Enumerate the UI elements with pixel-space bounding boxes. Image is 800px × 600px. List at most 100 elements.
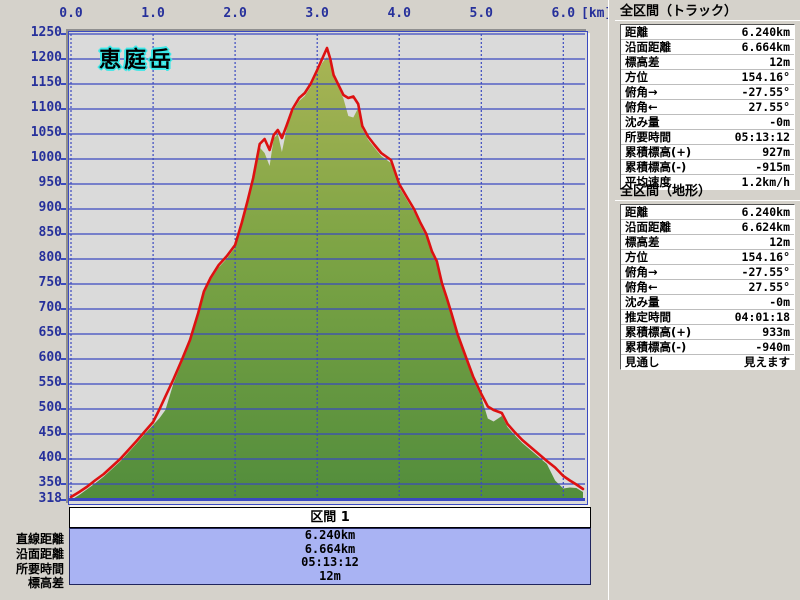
x-tick-label: 5.0 xyxy=(470,6,493,21)
stats-row: 標高差12m xyxy=(621,55,794,70)
y-tick-mark xyxy=(61,183,68,185)
y-tick-label: 450 xyxy=(18,425,62,440)
y-tick-mark xyxy=(61,308,68,310)
y-tick-mark xyxy=(61,33,68,35)
stats-row: 累積標高(+) 927m xyxy=(621,145,794,160)
y-tick-mark xyxy=(61,458,68,460)
y-tick-mark xyxy=(61,58,68,60)
section-value: 05:13:12 xyxy=(70,556,590,570)
y-tick-mark xyxy=(61,383,68,385)
y-tick-mark xyxy=(61,483,68,485)
stats-row: 累積標高(+) 933m xyxy=(621,325,794,340)
stats-label: 沈み量 xyxy=(625,294,660,310)
stats-table: 距離6.240km沿面距離6.664km標高差12m方位154.16°俯角→-2… xyxy=(620,24,795,190)
y-tick-label: 700 xyxy=(18,300,62,315)
stats-panel: 全区間（トラック）距離6.240km沿面距離6.664km標高差12m方位154… xyxy=(615,0,800,600)
y-tick-label: 500 xyxy=(18,400,62,415)
y-tick-label: 1000 xyxy=(18,150,62,165)
stats-value: 6.624km xyxy=(742,220,790,234)
y-tick-label: 850 xyxy=(18,225,62,240)
stats-row: 距離 6.240km xyxy=(621,205,794,220)
y-tick-mark xyxy=(61,158,68,160)
section-row-label: 標高差 xyxy=(0,574,64,591)
section-header-label: 区間 1 xyxy=(310,510,350,525)
y-tick-mark xyxy=(61,83,68,85)
stats-value: 27.55° xyxy=(748,280,790,294)
section-value: 12m xyxy=(70,570,590,584)
stats-label: 沿面距離 xyxy=(625,39,671,55)
y-tick-label: 550 xyxy=(18,375,62,390)
stats-label: 方位 xyxy=(625,249,648,265)
elevation-profile-plot[interactable]: 恵庭岳 xyxy=(68,31,588,505)
stats-value: 12m xyxy=(769,235,790,249)
stats-row: 距離6.240km xyxy=(621,25,794,40)
section-value: 6.240km xyxy=(70,529,590,543)
y-tick-mark xyxy=(61,333,68,335)
y-tick-label: 600 xyxy=(18,350,62,365)
stats-label: 方位 xyxy=(625,69,648,85)
x-tick-label: 3.0 xyxy=(305,6,328,21)
stats-value: -940m xyxy=(755,340,790,354)
stats-value: 6.240km xyxy=(742,25,790,39)
y-tick-mark xyxy=(61,283,68,285)
stats-row: 沈み量 -0m xyxy=(621,115,794,130)
stats-label: 累積標高(+) xyxy=(625,144,691,160)
stats-label: 累積標高(-) xyxy=(625,339,686,355)
stats-row: 俯角→-27.55° xyxy=(621,265,794,280)
y-tick-mark xyxy=(61,433,68,435)
stats-label: 沈み量 xyxy=(625,114,660,130)
stats-value: 05:13:12 xyxy=(735,130,790,144)
stats-row: 累積標高(-)-915m xyxy=(621,160,794,175)
y-tick-mark xyxy=(61,233,68,235)
stats-row: 累積標高(-) -940m xyxy=(621,340,794,355)
y-tick-label: 318 xyxy=(18,491,62,506)
x-tick-label: 2.0 xyxy=(223,6,246,21)
stats-row: 沿面距離6.664km xyxy=(621,40,794,55)
stats-label: 俯角→ xyxy=(625,264,658,280)
stats-label: 距離 xyxy=(625,204,648,220)
stats-group-title: 全区間（地形） xyxy=(615,182,800,201)
x-tick-label: 0.0 xyxy=(59,6,82,21)
stats-row: 方位154.16° xyxy=(621,70,794,85)
chart-panel: 0.01.02.03.04.05.06.0 [km] 1250120011501… xyxy=(0,0,608,600)
stats-row: 見通し 見えます xyxy=(621,355,794,369)
y-tick-label: 750 xyxy=(18,275,62,290)
elevation-profile-window: 0.01.02.03.04.05.06.0 [km] 1250120011501… xyxy=(0,0,800,600)
stats-row: 沿面距離 6.624km xyxy=(621,220,794,235)
section-table-header: 区間 1 xyxy=(69,507,591,528)
y-tick-label: 950 xyxy=(18,175,62,190)
stats-group-title: 全区間（トラック） xyxy=(615,2,800,21)
stats-value: 154.16° xyxy=(742,250,790,264)
stats-table: 距離 6.240km 沿面距離 6.624km 標高差 12m 方位 154.16°俯角→-2… xyxy=(620,204,795,370)
stats-label: 所要時間 xyxy=(625,129,671,145)
y-tick-mark xyxy=(61,358,68,360)
stats-label: 俯角→ xyxy=(625,84,658,100)
chart-title: 恵庭岳 xyxy=(99,42,174,74)
stats-value: -0m xyxy=(769,115,790,129)
y-tick-label: 400 xyxy=(18,450,62,465)
y-tick-label: 900 xyxy=(18,200,62,215)
stats-row: 俯角←27.55° xyxy=(621,100,794,115)
stats-row: 俯角← 27.55° xyxy=(621,280,794,295)
stats-value: 見えます xyxy=(744,354,790,370)
y-tick-label: 1150 xyxy=(18,75,62,90)
stats-value: -915m xyxy=(755,160,790,174)
stats-row: 俯角→-27.55° xyxy=(621,85,794,100)
stats-label: 俯角← xyxy=(625,279,658,295)
stats-value: -0m xyxy=(769,295,790,309)
stats-label: 累積標高(+) xyxy=(625,324,691,340)
y-tick-mark xyxy=(61,208,68,210)
y-tick-label: 1050 xyxy=(18,125,62,140)
x-tick-label: 1.0 xyxy=(141,6,164,21)
stats-value: 927m xyxy=(762,145,790,159)
y-tick-mark xyxy=(61,408,68,410)
stats-value: 6.240km xyxy=(742,205,790,219)
stats-label: 標高差 xyxy=(625,234,660,250)
stats-value: 04:01:18 xyxy=(735,310,790,324)
x-tick-label: 6.0 xyxy=(552,6,575,21)
stats-label: 俯角← xyxy=(625,99,658,115)
stats-label: 沿面距離 xyxy=(625,219,671,235)
stats-row: 所要時間 05:13:12 xyxy=(621,130,794,145)
stats-value: 933m xyxy=(762,325,790,339)
stats-label: 見通し xyxy=(625,354,660,370)
